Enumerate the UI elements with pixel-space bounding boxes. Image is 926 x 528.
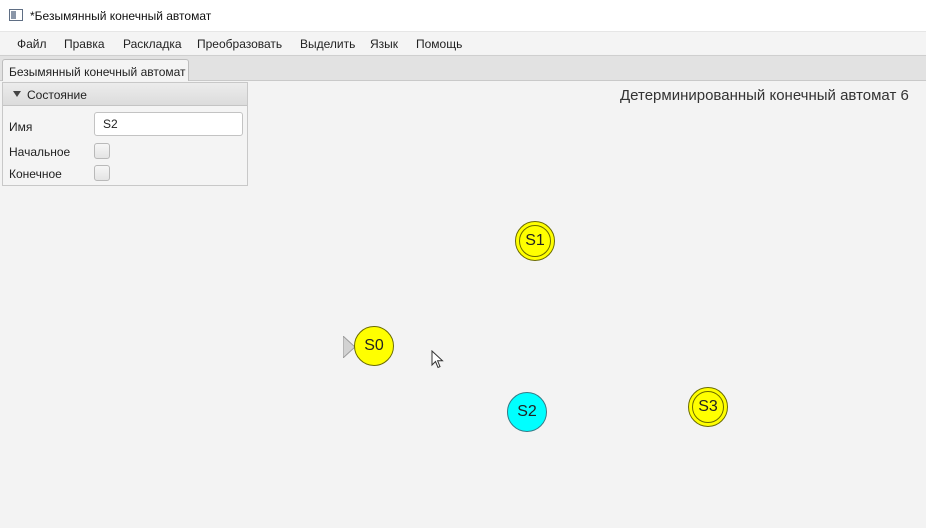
final-label: Конечное <box>9 167 62 181</box>
state-label: S2 <box>517 403 537 420</box>
tab-label: Безымянный конечный автомат <box>9 65 186 79</box>
menu-edit[interactable]: Правка <box>64 37 105 51</box>
state-properties-panel: Состояние Имя Начальное Конечное <box>2 82 248 186</box>
automaton-canvas[interactable]: Детерминированный конечный автомат 6 Сос… <box>0 81 926 528</box>
state-s1[interactable]: S1 <box>515 221 555 261</box>
menu-file[interactable]: Файл <box>17 37 47 51</box>
title-bar: *Безымянный конечный автомат <box>0 0 926 32</box>
initial-label: Начальное <box>9 145 71 159</box>
menu-help[interactable]: Помощь <box>416 37 462 51</box>
app-icon <box>9 9 23 21</box>
collapse-triangle-icon[interactable] <box>13 91 21 97</box>
state-s3[interactable]: S3 <box>688 387 728 427</box>
machine-type-label: Детерминированный конечный автомат 6 <box>620 87 909 104</box>
name-label: Имя <box>9 120 33 134</box>
state-label: S0 <box>364 337 384 354</box>
menu-bar: Файл Правка Раскладка Преобразовать Выде… <box>0 32 926 54</box>
tab-strip: Безымянный конечный автомат <box>0 55 926 82</box>
state-name-input[interactable] <box>94 112 243 136</box>
state-label: S3 <box>698 398 718 415</box>
menu-select[interactable]: Выделить <box>300 37 355 51</box>
state-label: S1 <box>525 232 545 249</box>
menu-convert[interactable]: Преобразовать <box>197 37 282 51</box>
final-checkbox[interactable] <box>94 165 110 181</box>
panel-title: Состояние <box>27 88 87 102</box>
mouse-pointer-icon <box>431 350 444 369</box>
state-s2[interactable]: S2 <box>507 392 547 432</box>
menu-language[interactable]: Язык <box>370 37 398 51</box>
state-s0[interactable]: S0 <box>354 326 394 366</box>
panel-header[interactable]: Состояние <box>3 83 247 106</box>
initial-checkbox[interactable] <box>94 143 110 159</box>
tab-untitled-automaton[interactable]: Безымянный конечный автомат <box>2 59 189 82</box>
menu-layout[interactable]: Раскладка <box>123 37 182 51</box>
window-title: *Безымянный конечный автомат <box>30 9 212 23</box>
